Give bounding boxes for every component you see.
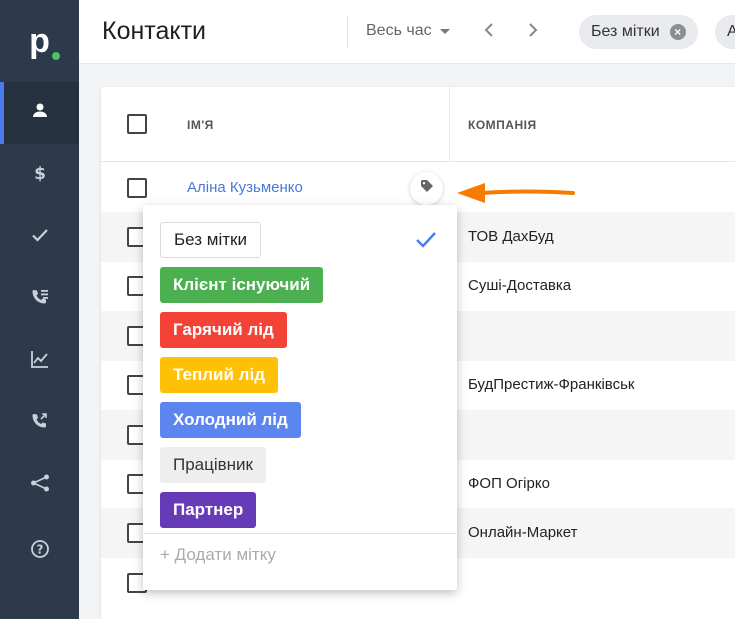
chip-label: Без мітки [591, 23, 660, 40]
chip-label: А [727, 23, 735, 40]
tag-icon [420, 179, 434, 198]
logo-status-dot [52, 52, 60, 60]
sidebar: p $ ? [0, 0, 79, 619]
label-option-cold-lead[interactable]: Холодний лід [160, 402, 301, 438]
label-dropdown-menu: Без мітки Клієнт існуючий Гарячий лід Те… [143, 205, 457, 590]
period-dropdown[interactable]: Весь час [366, 22, 450, 40]
label-option-text: Клієнт існуючий [173, 275, 311, 294]
label-option-text: Холодний лід [173, 410, 288, 429]
company-cell: Онлайн-Маркет [468, 524, 578, 541]
contact-name-link[interactable]: Аліна Кузьменко [187, 179, 303, 196]
svg-text:$: $ [34, 164, 46, 183]
close-icon[interactable]: × [669, 24, 686, 40]
label-option-partner[interactable]: Партнер [160, 492, 257, 528]
tag-button[interactable] [410, 172, 443, 205]
nav-deals[interactable]: $ [0, 144, 79, 206]
nav-tasks[interactable] [0, 206, 79, 268]
company-cell: ТОВ ДахБуд [468, 228, 554, 245]
prev-period-button[interactable] [479, 21, 499, 43]
label-option-text: Працівник [173, 455, 253, 474]
next-period-button[interactable] [523, 21, 543, 43]
logo-letter: p [29, 22, 50, 60]
header-divider [347, 16, 348, 48]
checkmark-icon [415, 231, 437, 254]
person-icon [30, 101, 50, 126]
period-label: Весь час [366, 22, 432, 39]
label-option-text: Без мітки [174, 230, 247, 249]
dollar-icon: $ [30, 163, 50, 188]
svg-text:?: ? [36, 542, 43, 556]
select-all-checkbox[interactable] [127, 114, 147, 134]
share-icon [30, 473, 50, 498]
label-option-existing-client[interactable]: Клієнт існуючий [160, 267, 324, 303]
caret-down-icon [439, 28, 450, 34]
label-option-hot-lead[interactable]: Гарячий лід [160, 312, 287, 348]
label-option-employee[interactable]: Працівник [160, 447, 266, 483]
company-cell: БудПрестиж-Франківськ [468, 376, 635, 393]
menu-divider [143, 533, 457, 534]
check-icon [30, 225, 50, 250]
label-option-no-label[interactable]: Без мітки [160, 222, 261, 258]
column-divider [449, 87, 450, 162]
chart-icon [30, 349, 50, 374]
page-title: Контакти [102, 17, 206, 45]
call-list-icon [30, 287, 50, 312]
nav-integrations[interactable] [0, 454, 79, 516]
label-option-text: Теплий лід [173, 365, 265, 384]
chevron-left-icon [484, 22, 494, 42]
company-cell: ФОП Огірко [468, 475, 550, 492]
nav-contacts[interactable] [0, 82, 79, 144]
nav-analytics[interactable] [0, 330, 79, 392]
label-option-text: Гарячий лід [173, 320, 274, 339]
row-checkbox[interactable] [127, 178, 147, 198]
app-logo[interactable]: p [0, 0, 79, 82]
column-header-name[interactable]: ІМ'Я [187, 118, 214, 132]
label-option-warm-lead[interactable]: Теплий лід [160, 357, 278, 393]
nav-telephony[interactable] [0, 392, 79, 454]
chevron-right-icon [528, 22, 538, 42]
label-option-text: Партнер [173, 500, 244, 519]
help-icon: ? [30, 539, 50, 564]
add-label-button[interactable]: + Додати мітку [160, 545, 276, 565]
top-header: Контакти Весь час Без мітки × А [79, 0, 735, 64]
table-header: ІМ'Я КОМПАНІЯ [101, 87, 735, 162]
filter-chip-no-label[interactable]: Без мітки × [579, 15, 698, 49]
company-cell: Суші-Доставка [468, 277, 572, 294]
arrow-annotation-icon [455, 182, 577, 209]
nav-help[interactable]: ? [0, 520, 79, 582]
nav-calls[interactable] [0, 268, 79, 330]
phone-transfer-icon [30, 411, 50, 436]
column-header-company[interactable]: КОМПАНІЯ [468, 118, 537, 132]
filter-chip-second[interactable]: А [715, 15, 735, 49]
